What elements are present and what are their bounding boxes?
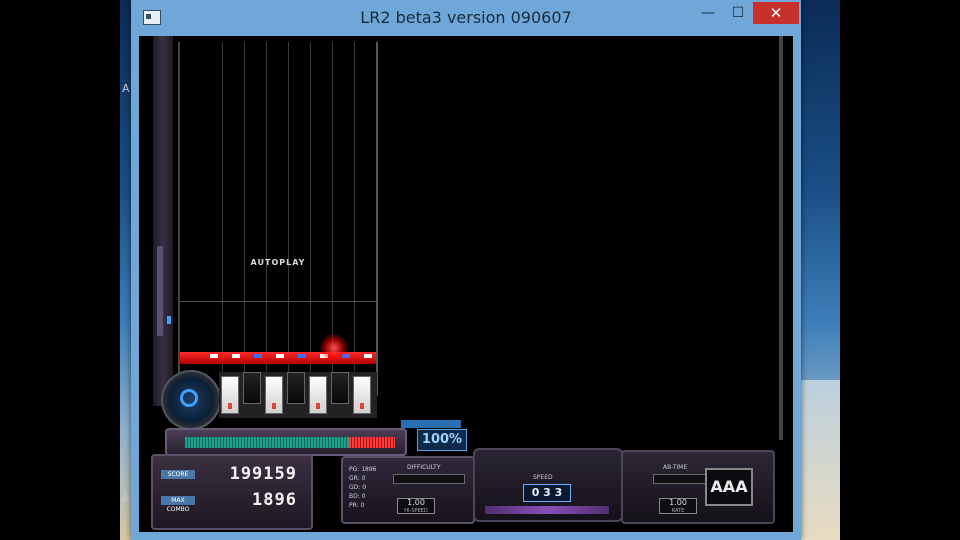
game-canvas[interactable]: AUTOPLAY 100% SCORE 199159 MAX COMBO 189… <box>139 36 793 532</box>
black-key <box>243 372 261 404</box>
score-label: SCORE <box>161 470 195 479</box>
speed-label: SPEED <box>533 474 553 481</box>
lane-divider <box>222 42 223 396</box>
white-key <box>265 376 283 414</box>
groove-gauge <box>165 428 407 456</box>
max-combo-value: 1896 <box>252 490 297 510</box>
lane-key-indicator <box>364 354 372 358</box>
gauge-decoration <box>401 420 461 428</box>
white-key <box>353 376 371 414</box>
difficulty-label: DIFFICULTY <box>407 464 441 471</box>
hi-speed-label: HI-SPEED <box>404 508 428 514</box>
close-button[interactable]: ✕ <box>753 2 799 24</box>
speed-readout: 0 3 3 <box>523 484 571 502</box>
black-key <box>287 372 305 404</box>
max-combo-label: MAX COMBO <box>161 496 195 513</box>
rate-display: 1.00 RATE <box>659 498 697 514</box>
lane-divider <box>244 42 245 396</box>
score-value: 199159 <box>229 464 297 484</box>
hi-speed-display: 1.00 HI-SPEED <box>397 498 435 514</box>
score-panel: SCORE 199159 MAX COMBO 1896 <box>151 454 313 530</box>
desktop-cloud <box>800 380 840 540</box>
lane-key-indicator <box>232 354 240 358</box>
judge-row: PG: 1896 <box>349 466 377 473</box>
hi-speed-value: 1.00 <box>407 498 425 507</box>
difficulty-bar <box>393 474 465 484</box>
lane-key-indicator <box>254 354 262 358</box>
song-progress-strip <box>485 506 609 514</box>
app-window[interactable]: LR2 beta3 version 090607 — ☐ ✕ AUTOPLAY <box>131 0 801 540</box>
lane-divider <box>266 42 267 396</box>
gauge-fill-green <box>185 437 349 448</box>
lane-divider <box>288 42 289 396</box>
white-key <box>221 376 239 414</box>
rate-label: RATE <box>671 508 685 514</box>
judge-row: PR: 0 <box>349 502 365 509</box>
black-key <box>331 372 349 404</box>
rate-value: 1.00 <box>669 498 687 507</box>
judge-row: BD: 0 <box>349 493 366 500</box>
key-beam-panel <box>219 372 377 418</box>
gauge-fill-red <box>349 437 395 448</box>
groove-gauge-bar <box>185 437 395 448</box>
rank-display: AAA <box>705 468 753 506</box>
lane-key-indicator <box>298 354 306 358</box>
judge-row: GR: 0 <box>349 475 366 482</box>
maximize-button[interactable]: ☐ <box>723 2 753 24</box>
title-bar[interactable]: LR2 beta3 version 090607 — ☐ ✕ <box>131 0 801 36</box>
turntable-icon <box>161 370 221 430</box>
ab-time-label: AB-TIME <box>663 464 688 471</box>
lane-hit-flash <box>320 334 348 362</box>
playfield-left-frame <box>153 36 173 406</box>
lane-key-indicator <box>210 354 218 358</box>
lane-divider <box>310 42 311 396</box>
lane-divider <box>354 42 355 396</box>
measure-line <box>180 301 376 302</box>
client-right-border <box>779 36 783 440</box>
judge-row: GD: 0 <box>349 484 367 491</box>
minimize-button[interactable]: — <box>693 2 723 24</box>
white-key <box>309 376 327 414</box>
gauge-percent: 100% <box>417 429 467 451</box>
frame-accent <box>167 316 171 324</box>
lane-key-indicator <box>276 354 284 358</box>
autoplay-label: AUTOPLAY <box>250 258 306 267</box>
note-lanes: AUTOPLAY <box>178 42 378 396</box>
desktop-icon-label[interactable]: A <box>122 82 130 95</box>
desktop-icon-label[interactable]: A <box>122 492 130 505</box>
center-info-panel: SPEED 0 3 3 <box>473 448 623 522</box>
